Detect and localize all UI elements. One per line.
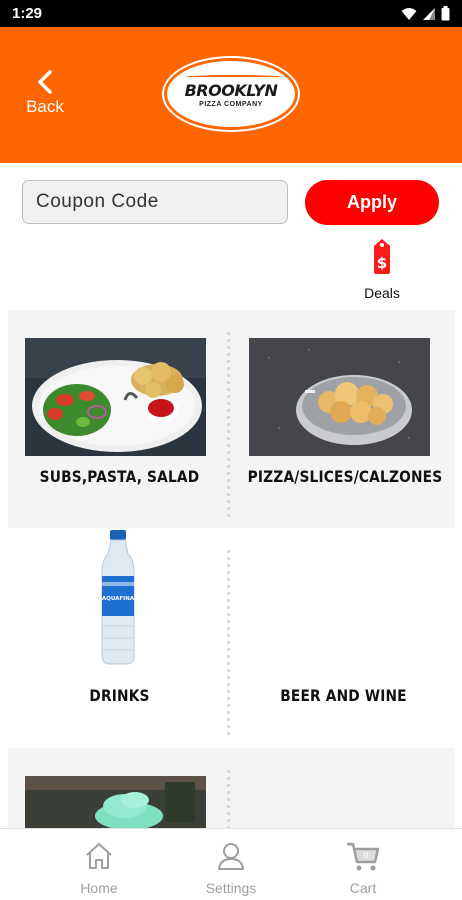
status-bar: 1:29	[0, 0, 462, 27]
logo-subtext: PIZZA COMPANY	[199, 101, 263, 108]
deals-button[interactable]: $ Deals	[358, 238, 406, 304]
svg-text:$: $	[377, 254, 387, 272]
category-subs-pasta-salad[interactable]: SUBS,PASTA, SALAD	[8, 310, 231, 528]
nav-home[interactable]: Home	[22, 829, 176, 900]
svg-text:AQUAFINA: AQUAFINA	[102, 596, 135, 602]
category-label: PIZZA/SLICES/CALZONES	[247, 467, 443, 486]
pizza-slices-calzones-photo	[249, 338, 430, 456]
category-pizza-slices-calzones[interactable]: PIZZA/SLICES/CALZONES	[232, 310, 455, 528]
home-icon	[86, 843, 112, 869]
user-icon	[218, 843, 244, 870]
wifi-icon	[401, 7, 417, 20]
nav-label: Cart	[349, 880, 377, 896]
category-beer-and-wine[interactable]: BEER AND WINE	[232, 528, 455, 748]
logo-swoosh	[185, 75, 283, 79]
category-photo	[25, 776, 206, 828]
nav-cart[interactable]: 0 Cart	[286, 829, 440, 900]
signal-icon	[423, 7, 435, 20]
nav-settings[interactable]: Settings	[154, 829, 308, 900]
chevron-left-icon	[38, 70, 52, 94]
app-header: Back BROOKLYN PIZZA COMPANY	[0, 27, 462, 163]
cart-icon: 0	[347, 842, 380, 871]
battery-icon	[441, 6, 450, 21]
subs-pasta-salad-photo	[25, 338, 206, 456]
back-button[interactable]: Back	[20, 69, 70, 129]
brand-logo: BROOKLYN PIZZA COMPANY	[164, 58, 298, 130]
column-divider	[226, 548, 231, 738]
category-row: SUBS,PASTA, SALAD PIZZA/SLICES/CALZONES	[8, 310, 455, 528]
nav-label: Settings	[205, 880, 257, 896]
category-label: BEER AND WINE	[280, 686, 407, 705]
price-tag-dollar-icon: $	[374, 239, 390, 274]
category-label: DRINKS	[89, 686, 150, 705]
logo-wordmark: BROOKLYN	[184, 81, 278, 100]
drinks-photo: AQUAFINA	[88, 530, 148, 670]
back-label: Back	[26, 97, 64, 116]
category-item[interactable]	[8, 748, 231, 828]
bottom-navigation: Home Settings 0 Cart	[0, 828, 462, 900]
coupon-code-input[interactable]	[22, 180, 288, 224]
column-divider	[226, 330, 231, 518]
category-label: SUBS,PASTA, SALAD	[39, 467, 200, 486]
nav-label: Home	[80, 880, 118, 896]
column-divider	[226, 768, 231, 828]
category-row	[8, 748, 455, 828]
apply-button[interactable]: Apply	[305, 180, 439, 225]
svg-text:0: 0	[363, 851, 368, 860]
category-row: AQUAFINA DRINKS BEER AND WINE	[8, 528, 455, 748]
status-time: 1:29	[12, 5, 43, 22]
category-grid: SUBS,PASTA, SALAD PIZZA/SLICES/CALZONES …	[8, 310, 455, 828]
category-drinks[interactable]: AQUAFINA DRINKS	[8, 528, 231, 748]
deals-label: Deals	[364, 285, 400, 301]
status-icons	[401, 6, 450, 21]
